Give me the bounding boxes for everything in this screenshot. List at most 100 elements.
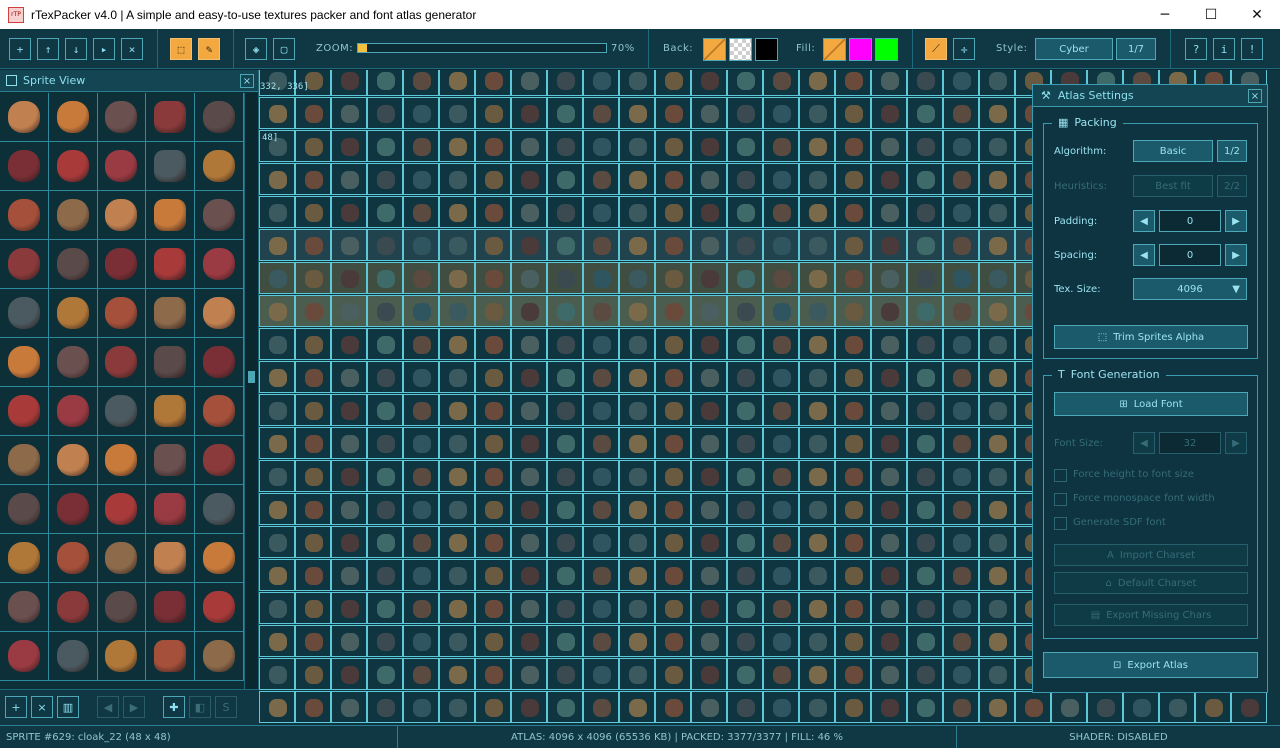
sprite-thumbnail[interactable] — [146, 387, 196, 436]
sprite-thumbnail[interactable] — [0, 485, 49, 534]
back-color-black[interactable] — [755, 38, 778, 61]
back-color-checker[interactable] — [729, 38, 752, 61]
export-button[interactable]: ▸ — [93, 38, 115, 60]
sprite-thumbnail[interactable] — [0, 338, 49, 387]
trim-sprites-button[interactable]: ⬚ Trim Sprites Alpha — [1054, 325, 1248, 349]
sprite-thumbnail[interactable] — [195, 436, 244, 485]
sprite-thumbnail[interactable] — [146, 289, 196, 338]
sprite-thumbnail[interactable] — [97, 485, 147, 534]
sprite-thumbnail[interactable] — [97, 387, 147, 436]
sprite-thumbnail[interactable] — [97, 142, 147, 191]
sprite-thumbnail[interactable] — [0, 191, 49, 240]
sprite-thumbnail[interactable] — [97, 338, 147, 387]
minimize-button[interactable]: ─ — [1142, 0, 1188, 29]
sprite-thumbnail[interactable] — [195, 191, 244, 240]
sprite-thumbnail[interactable] — [146, 436, 196, 485]
grid-toggle-button[interactable]: ✚ — [163, 696, 185, 718]
sprite-thumbnail[interactable] — [195, 338, 244, 387]
heuristics-button[interactable]: Best fit — [1133, 175, 1213, 197]
fill-color-green[interactable] — [875, 38, 898, 61]
warning-button[interactable]: ! — [1241, 38, 1263, 60]
sprite-thumbnail[interactable] — [48, 240, 98, 289]
fill-color-orange[interactable] — [823, 38, 846, 61]
sprite-thumbnail[interactable] — [146, 338, 196, 387]
sprite-thumbnail[interactable] — [97, 240, 147, 289]
sprite-thumbnail[interactable] — [48, 93, 98, 142]
sprite-thumbnail[interactable] — [97, 583, 147, 632]
maximize-button[interactable]: ☐ — [1188, 0, 1234, 29]
default-charset-button[interactable]: ⌂ Default Charset — [1054, 572, 1248, 594]
info-button[interactable]: i — [1213, 38, 1235, 60]
sprite-thumbnail[interactable] — [146, 534, 196, 583]
font-size-decrease[interactable]: ◀ — [1133, 432, 1155, 454]
sprite-thumbnail[interactable] — [146, 93, 196, 142]
force-monospace-checkbox[interactable] — [1054, 493, 1067, 506]
mark-tool-button[interactable]: ⟋ — [925, 38, 947, 60]
load-font-button[interactable]: ⊞ Load Font — [1054, 392, 1248, 416]
sprite-thumbnail[interactable] — [0, 583, 49, 632]
sprite-thumbnail[interactable] — [97, 93, 147, 142]
sprite-thumbnail[interactable] — [0, 436, 49, 485]
add-sprite-button[interactable]: + — [5, 696, 27, 718]
sprite-thumbnail[interactable] — [146, 632, 196, 681]
prev-sprite-button[interactable]: ◀ — [97, 696, 119, 718]
spacing-value[interactable]: 0 — [1159, 244, 1221, 266]
fill-color-magenta[interactable] — [849, 38, 872, 61]
sprite-thumbnail[interactable] — [0, 240, 49, 289]
sprite-thumbnail[interactable] — [97, 289, 147, 338]
new-project-button[interactable]: + — [9, 38, 31, 60]
export-atlas-button[interactable]: ⊡ Export Atlas — [1043, 652, 1258, 678]
load-button[interactable]: ↑ — [37, 38, 59, 60]
sprite-thumbnail[interactable] — [195, 93, 244, 142]
sprite-thumbnail[interactable] — [48, 191, 98, 240]
style-count[interactable]: 1/7 — [1116, 38, 1156, 60]
spacing-increase[interactable]: ▶ — [1225, 244, 1247, 266]
sprite-thumbnail[interactable] — [195, 387, 244, 436]
sprite-thumbnail[interactable] — [195, 583, 244, 632]
sprite-thumbnail[interactable] — [48, 387, 98, 436]
sprite-thumbnail[interactable] — [48, 534, 98, 583]
view-mode-button[interactable]: ◧ — [189, 696, 211, 718]
fit-tool-button[interactable]: ⬚ — [170, 38, 192, 60]
atlas-settings-close-button[interactable]: × — [1248, 89, 1262, 103]
sprite-thumbnail[interactable] — [195, 142, 244, 191]
sprite-thumbnail[interactable] — [146, 240, 196, 289]
sprite-view-close-button[interactable]: × — [240, 74, 254, 88]
crosshair-button[interactable]: ✛ — [953, 38, 975, 60]
sprite-thumbnail[interactable] — [48, 338, 98, 387]
close-window-button[interactable]: ✕ — [1234, 0, 1280, 29]
scroll-thumb[interactable] — [248, 371, 255, 383]
generate-sdf-checkbox[interactable] — [1054, 517, 1067, 530]
sprite-thumbnail[interactable] — [0, 289, 49, 338]
sprite-thumbnail[interactable] — [97, 632, 147, 681]
sprite-thumbnail[interactable] — [48, 583, 98, 632]
sprite-scrollbar[interactable] — [244, 93, 258, 689]
sprite-thumbnail[interactable] — [0, 387, 49, 436]
sprite-thumbnail[interactable] — [48, 142, 98, 191]
texsize-dropdown[interactable]: 4096 ▼ — [1133, 278, 1247, 300]
export-missing-chars-button[interactable]: ▤ Export Missing Chars — [1054, 604, 1248, 626]
sprite-thumbnail[interactable] — [48, 632, 98, 681]
force-height-checkbox[interactable] — [1054, 469, 1067, 482]
sprite-thumbnail[interactable] — [195, 485, 244, 534]
sprite-thumbnail[interactable] — [146, 191, 196, 240]
zoom-slider[interactable] — [357, 43, 607, 53]
tools-button[interactable]: ✎ — [198, 38, 220, 60]
sprite-thumbnail[interactable] — [195, 289, 244, 338]
sprite-thumbnail[interactable] — [146, 485, 196, 534]
font-size-value[interactable]: 32 — [1159, 432, 1221, 454]
sprite-grid[interactable] — [0, 93, 244, 689]
fit-view-button[interactable]: ◈ — [245, 38, 267, 60]
sprite-thumbnail[interactable] — [0, 142, 49, 191]
spacing-decrease[interactable]: ◀ — [1133, 244, 1155, 266]
next-sprite-button[interactable]: ▶ — [123, 696, 145, 718]
back-color-orange[interactable] — [703, 38, 726, 61]
sprite-thumbnail[interactable] — [195, 632, 244, 681]
save-button[interactable]: ↓ — [65, 38, 87, 60]
padding-increase[interactable]: ▶ — [1225, 210, 1247, 232]
close-project-button[interactable]: × — [121, 38, 143, 60]
padding-decrease[interactable]: ◀ — [1133, 210, 1155, 232]
sprite-thumbnail[interactable] — [97, 534, 147, 583]
algorithm-count[interactable]: 1/2 — [1217, 140, 1247, 162]
sprite-thumbnail[interactable] — [146, 142, 196, 191]
